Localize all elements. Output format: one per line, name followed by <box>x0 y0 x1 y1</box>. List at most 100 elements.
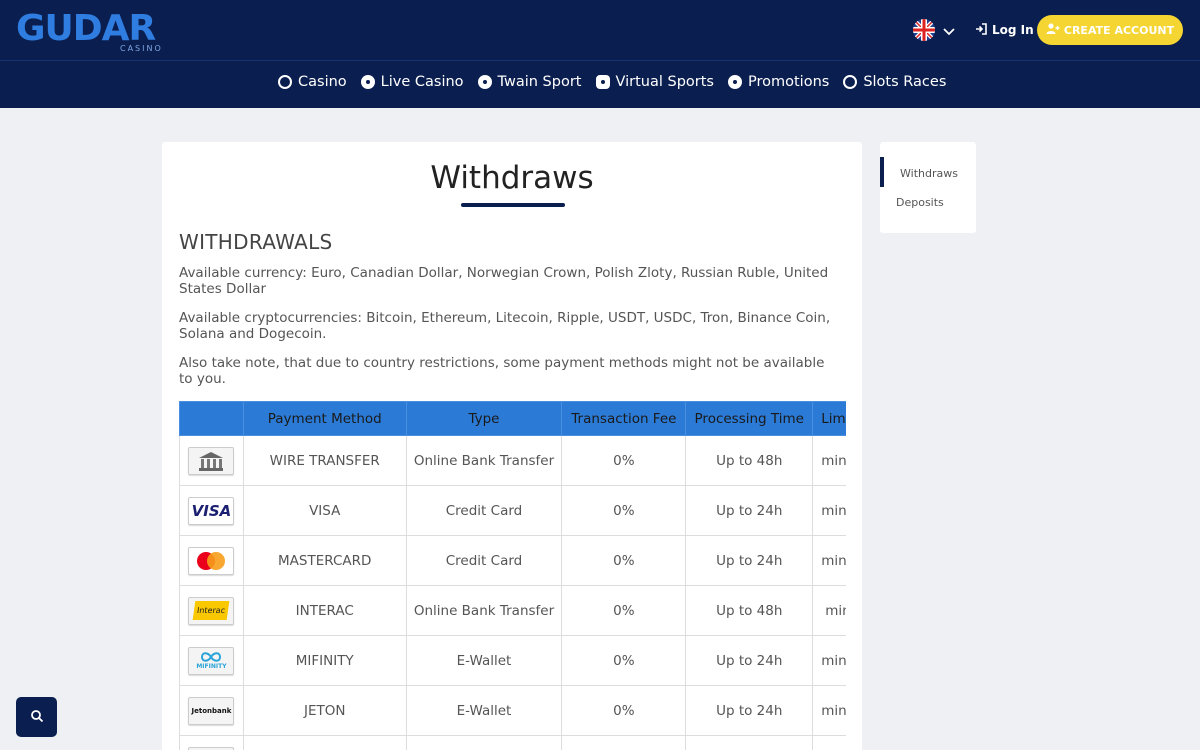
login-icon <box>975 22 987 38</box>
mastercard-icon <box>188 546 235 575</box>
site-logo[interactable]: GUDAR CASINO <box>16 6 166 54</box>
header-logo <box>179 401 244 436</box>
limit-cell: min <box>812 435 846 486</box>
page-side-nav: Withdraws Deposits <box>880 142 976 233</box>
time-cell: Up to 24h <box>685 485 814 536</box>
method-cell: INTERAC <box>242 585 407 636</box>
chevron-down-icon <box>943 21 955 40</box>
time-cell <box>685 735 814 750</box>
table-row: Interac INTERAC Online Bank Transfer 0% … <box>179 585 846 636</box>
table-row <box>179 735 846 750</box>
search-button[interactable] <box>16 697 57 737</box>
visa-icon: VISA <box>188 496 235 525</box>
payment-table-scroll[interactable]: Payment Method Type Transaction Fee Proc… <box>179 401 846 750</box>
fee-cell: 0% <box>561 485 687 536</box>
time-cell: Up to 24h <box>685 535 814 586</box>
create-account-label: CREATE ACCOUNT <box>1063 23 1175 37</box>
section-heading: WITHDRAWALS <box>179 230 333 254</box>
time-cell: Up to 24h <box>685 685 814 736</box>
header-payment-method: Payment Method <box>242 401 407 436</box>
uk-flag-icon <box>913 19 935 41</box>
create-account-button[interactable]: CREATE ACCOUNT <box>1037 15 1183 45</box>
sport-icon <box>477 75 492 89</box>
header-type: Type <box>405 401 563 436</box>
trophy-icon <box>843 75 858 89</box>
type-cell <box>405 735 563 750</box>
limit-cell: min <box>812 485 846 536</box>
limit-cell: min <box>812 635 846 686</box>
limit-cell: min <box>812 535 846 586</box>
time-cell: Up to 24h <box>685 635 814 686</box>
header-processing-time: Processing Time <box>685 401 814 436</box>
fee-cell: 0% <box>561 535 687 586</box>
type-cell: E-Wallet <box>405 685 563 736</box>
add-user-icon <box>1046 23 1060 37</box>
currency-paragraph: Available currency: Euro, Canadian Dolla… <box>179 265 829 297</box>
fee-cell: 0% <box>561 685 687 736</box>
side-item-withdraws[interactable]: Withdraws <box>900 167 958 180</box>
header-limits: Limits <box>812 401 846 436</box>
virtual-sports-icon <box>595 75 610 89</box>
logo-subtext: CASINO <box>120 44 163 53</box>
nav-label: Twain Sport <box>497 74 582 90</box>
nav-item-live-casino[interactable]: Live Casino <box>360 74 464 90</box>
table-row: Jetonbank JETON E-Wallet 0% Up to 24h mi… <box>179 685 846 736</box>
nav-item-virtual-sports[interactable]: Virtual Sports <box>595 74 714 90</box>
fee-cell: 0% <box>561 585 687 636</box>
login-label: Log In <box>992 23 1034 37</box>
content-card: Withdraws WITHDRAWALS Available currency… <box>162 142 862 750</box>
time-cell: Up to 48h <box>685 585 814 636</box>
method-cell: MASTERCARD <box>242 535 407 586</box>
nav-items: Casino Live Casino Twain Sport Virtual S… <box>278 74 946 90</box>
time-cell: Up to 48h <box>685 435 814 486</box>
limit-cell: min <box>812 685 846 736</box>
nav-item-slots-races[interactable]: Slots Races <box>843 74 946 90</box>
nav-label: Virtual Sports <box>615 74 714 90</box>
type-cell: Credit Card <box>405 485 563 536</box>
gift-icon <box>727 75 742 89</box>
limit-cell <box>812 735 846 750</box>
bank-icon <box>188 446 235 475</box>
mifinity-icon: MIFINITY <box>188 646 235 675</box>
method-cell <box>242 735 407 750</box>
live-casino-icon <box>360 75 375 89</box>
title-underline <box>461 203 565 207</box>
top-bar: GUDAR CASINO Log In CREATE ACCOUNT <box>0 0 1200 60</box>
nav-item-twain-sport[interactable]: Twain Sport <box>477 74 582 90</box>
main-nav: Casino Live Casino Twain Sport Virtual S… <box>0 60 1200 108</box>
fee-cell <box>561 735 687 750</box>
crypto-icon <box>188 746 235 750</box>
nav-item-casino[interactable]: Casino <box>278 74 347 90</box>
nav-label: Casino <box>298 74 347 90</box>
nav-label: Promotions <box>747 74 830 90</box>
search-icon <box>30 708 44 727</box>
interac-icon: Interac <box>188 596 235 625</box>
fee-cell: 0% <box>561 435 687 486</box>
type-cell: E-Wallet <box>405 635 563 686</box>
limit-cell: min <box>812 585 846 636</box>
type-cell: Credit Card <box>405 535 563 586</box>
logo-text: GUDAR <box>16 8 156 49</box>
crypto-paragraph: Available cryptocurrencies: Bitcoin, Eth… <box>179 310 831 342</box>
language-selector[interactable] <box>913 19 957 41</box>
method-cell: MIFINITY <box>242 635 407 686</box>
table-row: MASTERCARD Credit Card 0% Up to 24h min <box>179 535 846 586</box>
type-cell: Online Bank Transfer <box>405 435 563 486</box>
login-button[interactable]: Log In <box>975 20 1034 40</box>
nav-label: Slots Races <box>863 74 947 90</box>
method-cell: WIRE TRANSFER <box>242 435 407 486</box>
side-item-deposits[interactable]: Deposits <box>896 196 944 209</box>
type-cell: Online Bank Transfer <box>405 585 563 636</box>
nav-item-promotions[interactable]: Promotions <box>727 74 830 90</box>
restrictions-paragraph: Also take note, that due to country rest… <box>179 355 825 387</box>
fee-cell: 0% <box>561 635 687 686</box>
method-cell: VISA <box>242 485 407 536</box>
jetonbank-icon: Jetonbank <box>188 696 235 725</box>
payment-methods-table: Payment Method Type Transaction Fee Proc… <box>179 401 846 750</box>
table-row: MIFINITY MIFINITY E-Wallet 0% Up to 24h … <box>179 635 846 686</box>
header-transaction-fee: Transaction Fee <box>561 401 687 436</box>
table-row: VISA VISA Credit Card 0% Up to 24h min <box>179 485 846 536</box>
casino-icon <box>278 75 292 89</box>
active-indicator <box>880 157 884 187</box>
nav-label: Live Casino <box>380 74 464 90</box>
